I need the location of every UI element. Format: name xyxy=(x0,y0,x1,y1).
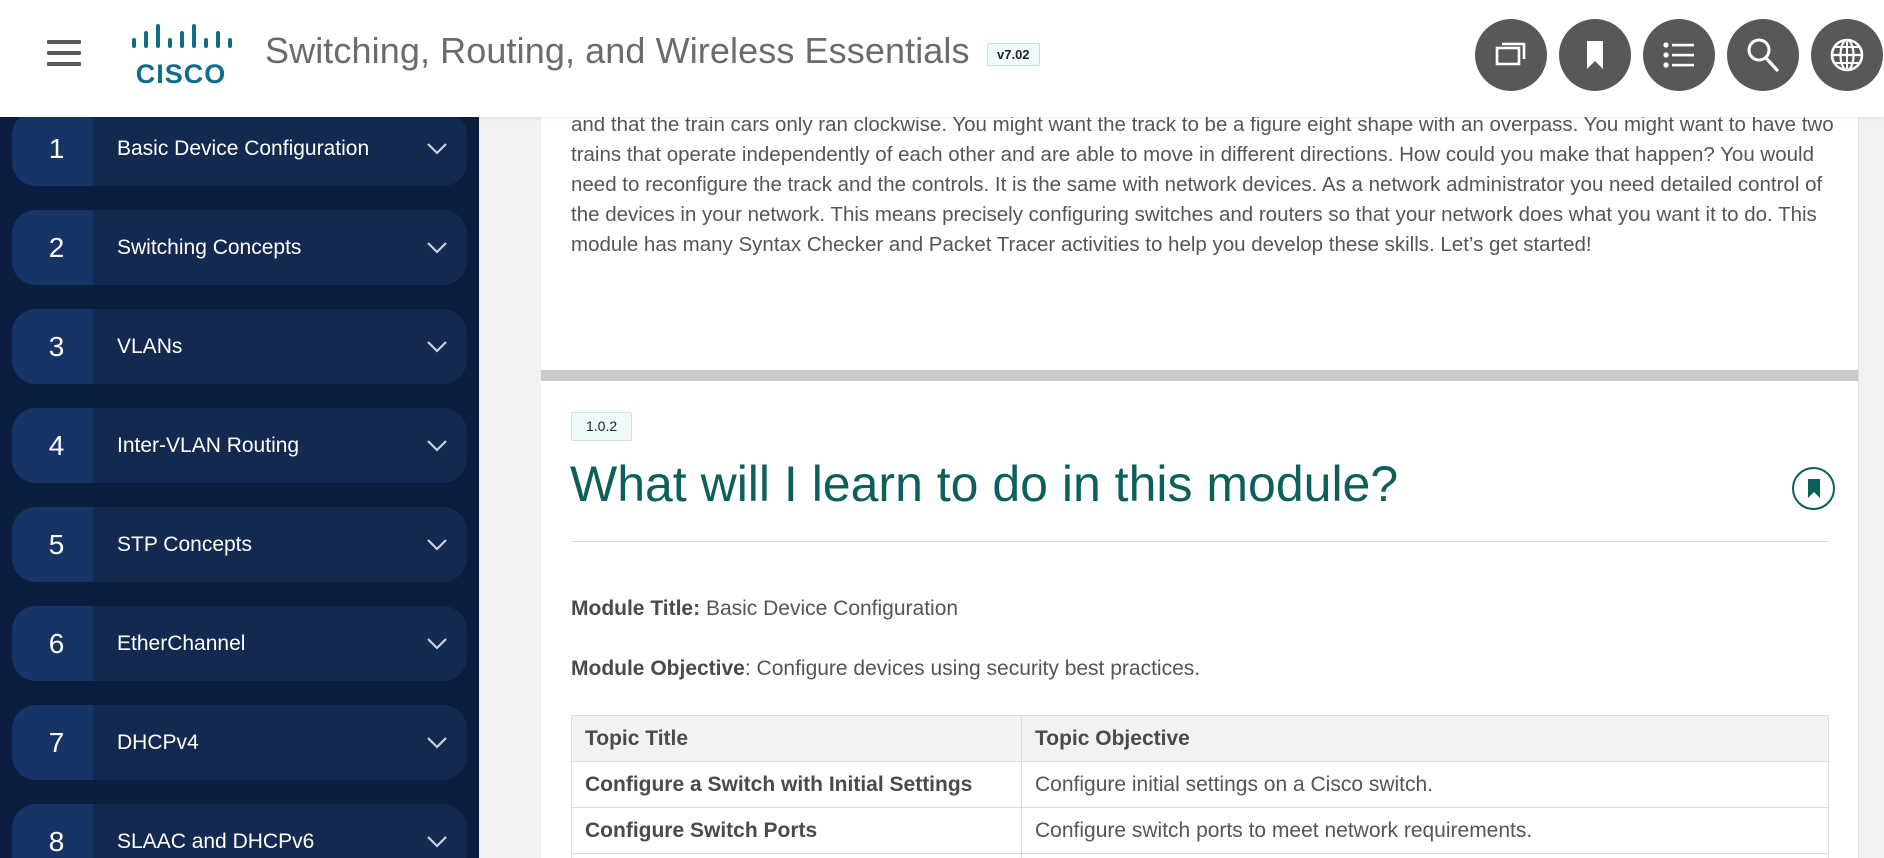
section-divider xyxy=(541,370,1858,381)
module-number: 8 xyxy=(12,804,93,858)
column-header: Topic Objective xyxy=(1021,715,1829,762)
intro-paragraph: and that the train cars only ran clockwi… xyxy=(571,117,1834,256)
svg-text:CISCO: CISCO xyxy=(136,59,227,86)
search-button[interactable] xyxy=(1727,19,1799,91)
menu-button[interactable] xyxy=(47,37,81,69)
right-gutter xyxy=(1858,117,1884,858)
bookmark-icon xyxy=(1807,478,1820,498)
app-title: Switching, Routing, and Wireless Essenti… xyxy=(265,30,970,71)
title-underline xyxy=(571,541,1829,542)
chevron-down-icon[interactable] xyxy=(407,241,467,255)
section-title: What will I learn to do in this module? xyxy=(570,456,1399,512)
topic-title-cell: Configure Switch Ports xyxy=(571,807,1022,854)
topics-table: Topic Title Topic Objective Configure a … xyxy=(571,715,1829,858)
module-label: DHCPv4 xyxy=(117,730,199,754)
cisco-bridge-icon: CISCO xyxy=(132,24,232,89)
module-number: 2 xyxy=(12,210,93,285)
language-button[interactable] xyxy=(1811,19,1883,91)
chevron-down-icon[interactable] xyxy=(407,835,467,849)
table-row: Configure a Switch with Initial Settings… xyxy=(571,761,1829,808)
table-header-row: Topic Title Topic Objective xyxy=(571,715,1829,762)
module-label: Basic Device Configuration xyxy=(117,136,370,160)
module-number: 5 xyxy=(12,507,93,582)
module-title-value: Basic Device Configuration xyxy=(700,597,959,620)
hamburger-bar xyxy=(47,62,81,66)
chevron-down-icon[interactable] xyxy=(407,637,467,651)
version-badge: v7.02 xyxy=(987,43,1040,66)
sidebar-module-1[interactable]: 1 Basic Device Configuration xyxy=(12,117,467,186)
section-number-badge: 1.0.2 xyxy=(571,412,633,441)
search-icon xyxy=(1747,38,1779,72)
table-row: Configure Switch Ports Configure switch … xyxy=(571,807,1829,854)
module-objective-value: : Configure devices using security best … xyxy=(744,657,1201,680)
module-number: 7 xyxy=(12,705,93,780)
module-label: STP Concepts xyxy=(117,532,253,556)
cisco-logo[interactable]: CISCO xyxy=(130,24,238,89)
topic-objective-cell: Configure switch ports to meet network r… xyxy=(1021,807,1829,854)
sidebar-module-2[interactable]: 2 Switching Concepts xyxy=(12,210,467,285)
module-number: 3 xyxy=(12,309,93,384)
module-title-line: Module Title: Basic Device Configuration xyxy=(571,597,958,621)
module-label: Switching Concepts xyxy=(117,235,302,259)
list-icon xyxy=(1663,42,1694,68)
chevron-down-icon[interactable] xyxy=(407,142,467,156)
topic-objective-cell xyxy=(1021,853,1829,858)
column-header: Topic Title xyxy=(571,715,1022,762)
module-sidebar: 1 Basic Device Configuration 2 Switching… xyxy=(0,117,479,858)
chevron-down-icon[interactable] xyxy=(407,538,467,552)
chevron-down-icon[interactable] xyxy=(407,439,467,453)
bookmark-icon xyxy=(1587,41,1603,69)
module-objective-label: Module Objective xyxy=(571,657,745,680)
index-button[interactable] xyxy=(1643,19,1715,91)
main-content: and that the train cars only ran clockwi… xyxy=(541,117,1858,858)
windows-icon xyxy=(1495,42,1526,66)
chevron-down-icon[interactable] xyxy=(407,340,467,354)
sidebar-module-8[interactable]: 8 SLAAC and DHCPv6 xyxy=(12,804,467,858)
module-label: EtherChannel xyxy=(117,631,246,655)
bookmarks-button[interactable] xyxy=(1559,19,1631,91)
module-label: SLAAC and DHCPv6 xyxy=(117,829,315,853)
globe-icon xyxy=(1830,38,1864,72)
top-header: CISCO Switching, Routing, and Wireless E… xyxy=(0,0,1884,117)
sidebar-module-4[interactable]: 4 Inter-VLAN Routing xyxy=(12,408,467,483)
module-objective-line: Module Objective: Configure devices usin… xyxy=(571,657,1200,681)
table-row xyxy=(571,853,1829,858)
topic-objective-cell: Configure initial settings on a Cisco sw… xyxy=(1021,761,1829,808)
module-label: VLANs xyxy=(117,334,183,358)
sidebar-module-6[interactable]: 6 EtherChannel xyxy=(12,606,467,681)
windows-button[interactable] xyxy=(1475,19,1547,91)
module-number: 4 xyxy=(12,408,93,483)
sidebar-module-3[interactable]: 3 VLANs xyxy=(12,309,467,384)
module-number: 1 xyxy=(12,117,93,186)
topic-title-cell xyxy=(571,853,1022,858)
hamburger-bar xyxy=(47,51,81,55)
left-gutter xyxy=(479,117,541,858)
module-title-label: Module Title: xyxy=(571,597,701,620)
topic-title-cell: Configure a Switch with Initial Settings xyxy=(571,761,1022,808)
module-number: 6 xyxy=(12,606,93,681)
module-label: Inter-VLAN Routing xyxy=(117,433,300,457)
section-bookmark-button[interactable] xyxy=(1792,467,1835,510)
chevron-down-icon[interactable] xyxy=(407,736,467,750)
hamburger-bar xyxy=(47,40,81,44)
sidebar-module-5[interactable]: 5 STP Concepts xyxy=(12,507,467,582)
sidebar-module-7[interactable]: 7 DHCPv4 xyxy=(12,705,467,780)
